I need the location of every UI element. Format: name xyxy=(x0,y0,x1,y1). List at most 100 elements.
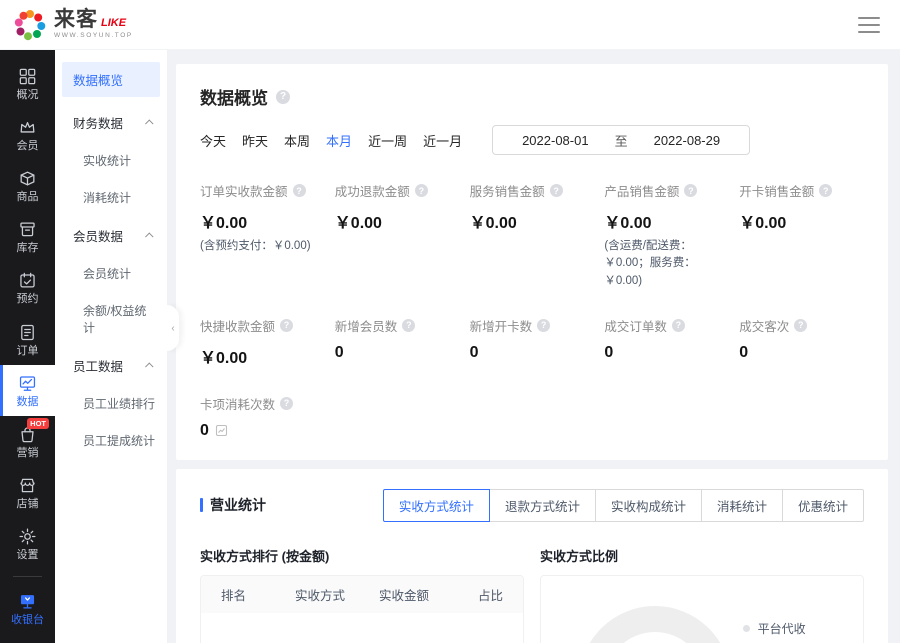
help-icon[interactable]: ? xyxy=(672,319,685,332)
help-icon[interactable]: ? xyxy=(537,319,550,332)
monitor-chart-icon xyxy=(18,374,37,393)
submenu-item-consumption-stats[interactable]: 消耗统计 xyxy=(55,179,167,216)
stats-tabs: 实收方式统计 退款方式统计 实收构成统计 消耗统计 优惠统计 xyxy=(383,489,864,522)
tab-consumption-stats[interactable]: 消耗统计 xyxy=(701,489,783,522)
ranking-table: 排名 实收方式 实收金额 占比 暂无数据 xyxy=(200,575,524,643)
filter-yesterday[interactable]: 昨天 xyxy=(242,131,268,150)
stat-label: 产品销售金额 xyxy=(604,181,679,200)
stat-value: 0 xyxy=(739,344,864,362)
stat-label: 服务销售金额 xyxy=(470,181,545,200)
sidebar-item-members[interactable]: 会员 xyxy=(0,109,55,160)
sidebar-item-orders[interactable]: 订单 xyxy=(0,314,55,365)
filter-this-week[interactable]: 本周 xyxy=(284,131,310,150)
tab-income-composition-stats[interactable]: 实收构成统计 xyxy=(595,489,702,522)
help-icon[interactable]: ? xyxy=(402,319,415,332)
stat-value: 0 xyxy=(335,344,460,362)
package-icon xyxy=(18,169,37,188)
crown-icon xyxy=(18,118,37,137)
primary-sidebar: 概况 会员 商品 库存 预约 订单 数据 HOT xyxy=(0,50,55,643)
help-icon[interactable]: ? xyxy=(276,90,290,104)
sidebar-item-overview[interactable]: 概况 xyxy=(0,58,55,109)
page-title: 数据概览 xyxy=(200,84,268,109)
stats-grid: 订单实收款金额? ￥0.00 (含预约支付：￥0.00) 成功退款金额? ￥0.… xyxy=(200,181,864,368)
top-header: 来客 LIKE WWW.SOYUN.TOP xyxy=(0,0,900,50)
date-start[interactable]: 2022-08-01 xyxy=(522,133,589,148)
help-icon[interactable]: ? xyxy=(280,397,293,410)
chevron-up-icon xyxy=(145,362,153,370)
help-icon[interactable]: ? xyxy=(415,184,428,197)
title-accent-bar xyxy=(200,498,203,512)
app-logo[interactable]: 来客 LIKE WWW.SOYUN.TOP xyxy=(12,7,133,43)
filter-last-30-days[interactable]: 近一月 xyxy=(423,131,462,150)
help-icon[interactable]: ? xyxy=(794,319,807,332)
filter-today[interactable]: 今天 xyxy=(200,131,226,150)
submenu-item-staff-commission-stats[interactable]: 员工提成统计 xyxy=(55,422,167,459)
group-title: 会员数据 xyxy=(73,226,123,245)
sidebar-item-inventory[interactable]: 库存 xyxy=(0,212,55,263)
submenu-group-finance-data[interactable]: 财务数据 xyxy=(55,103,167,142)
stat-label: 快捷收款金额 xyxy=(200,316,275,335)
submenu-item-member-stats[interactable]: 会员统计 xyxy=(55,255,167,292)
submenu-item-balance-equity-stats[interactable]: 余额/权益统计 xyxy=(55,292,167,346)
stat-label: 开卡销售金额 xyxy=(739,181,814,200)
tab-refund-method-stats[interactable]: 退款方式统计 xyxy=(489,489,596,522)
stat-value: ￥0.00 xyxy=(470,209,595,233)
submenu-item-income-stats[interactable]: 实收统计 xyxy=(55,142,167,179)
stat-label: 卡项消耗次数 xyxy=(200,394,275,413)
sidebar-item-shop[interactable]: 店铺 xyxy=(0,468,55,519)
help-icon[interactable]: ? xyxy=(819,184,832,197)
logo-name: 来客 xyxy=(54,9,98,30)
ranking-title: 实收方式排行 (按金额) xyxy=(200,546,524,565)
stat-customer-visits: 成交客次? 0 xyxy=(739,316,864,368)
help-icon[interactable]: ? xyxy=(684,184,697,197)
table-header: 排名 实收方式 实收金额 占比 xyxy=(201,576,523,613)
tab-payment-method-stats[interactable]: 实收方式统计 xyxy=(383,489,490,522)
submenu-group-member-data[interactable]: 会员数据 xyxy=(55,216,167,255)
logo-tag: LIKE xyxy=(101,18,126,30)
hot-badge: HOT xyxy=(27,418,49,429)
sidebar-item-marketing[interactable]: HOT 营销 xyxy=(0,416,55,467)
col-method: 实收方式 xyxy=(281,585,359,604)
help-icon[interactable]: ? xyxy=(280,319,293,332)
cashier-icon xyxy=(18,592,37,611)
detail-report-icon[interactable] xyxy=(215,424,228,437)
stat-new-members: 新增会员数? 0 xyxy=(335,316,460,368)
stat-value: ￥0.00 xyxy=(604,209,729,233)
date-range-picker[interactable]: 2022-08-01 至 2022-08-29 xyxy=(492,125,750,155)
submenu-group-staff-data[interactable]: 员工数据 xyxy=(55,346,167,385)
gear-icon xyxy=(18,527,37,546)
col-rank: 排名 xyxy=(221,585,281,604)
submenu-item-data-overview[interactable]: 数据概览 xyxy=(62,62,160,97)
sidebar-item-products[interactable]: 商品 xyxy=(0,160,55,211)
sidebar-collapse-button[interactable]: ‹ xyxy=(167,305,179,351)
sidebar-item-booking[interactable]: 预约 xyxy=(0,263,55,314)
filter-last-7-days[interactable]: 近一周 xyxy=(368,131,407,150)
calendar-check-icon xyxy=(18,271,37,290)
submenu-item-staff-performance-ranking[interactable]: 员工业绩排行 xyxy=(55,385,167,422)
rail-bottom: 收银台 xyxy=(0,570,55,643)
sidebar-item-data[interactable]: 数据 xyxy=(0,365,55,416)
group-title: 员工数据 xyxy=(73,356,123,375)
cashier-button[interactable]: 收银台 xyxy=(0,583,55,635)
menu-toggle-icon[interactable] xyxy=(858,17,880,33)
stat-label: 成交订单数 xyxy=(604,316,667,335)
proportion-panel: 实收方式比例 总金额 ￥0.00 平台代收 线上微信支付 现金 其他 微信（记账… xyxy=(540,546,864,643)
tab-discount-stats[interactable]: 优惠统计 xyxy=(782,489,864,522)
stat-label: 订单实收款金额 xyxy=(200,181,288,200)
stat-value: 0 xyxy=(470,344,595,362)
date-separator: 至 xyxy=(615,131,628,150)
sidebar-item-settings[interactable]: 设置 xyxy=(0,519,55,570)
empty-state: 暂无数据 xyxy=(201,613,523,643)
overview-card: 数据概览 ? 今天 昨天 本周 本月 近一周 近一月 2022-08-01 至 … xyxy=(176,64,888,460)
col-amount: 实收金额 xyxy=(359,585,449,604)
date-end[interactable]: 2022-08-29 xyxy=(654,133,721,148)
filter-this-month[interactable]: 本月 xyxy=(326,131,352,150)
legend-item[interactable]: 平台代收 xyxy=(743,620,843,637)
stat-order-paid-amount: 订单实收款金额? ￥0.00 (含预约支付：￥0.00) xyxy=(200,181,325,290)
stat-value: 0 xyxy=(200,422,209,440)
help-icon[interactable]: ? xyxy=(293,184,306,197)
stat-value: ￥0.00 xyxy=(335,209,460,233)
help-icon[interactable]: ? xyxy=(550,184,563,197)
donut-center: 总金额 ￥0.00 xyxy=(579,606,731,643)
archive-icon xyxy=(18,220,37,239)
